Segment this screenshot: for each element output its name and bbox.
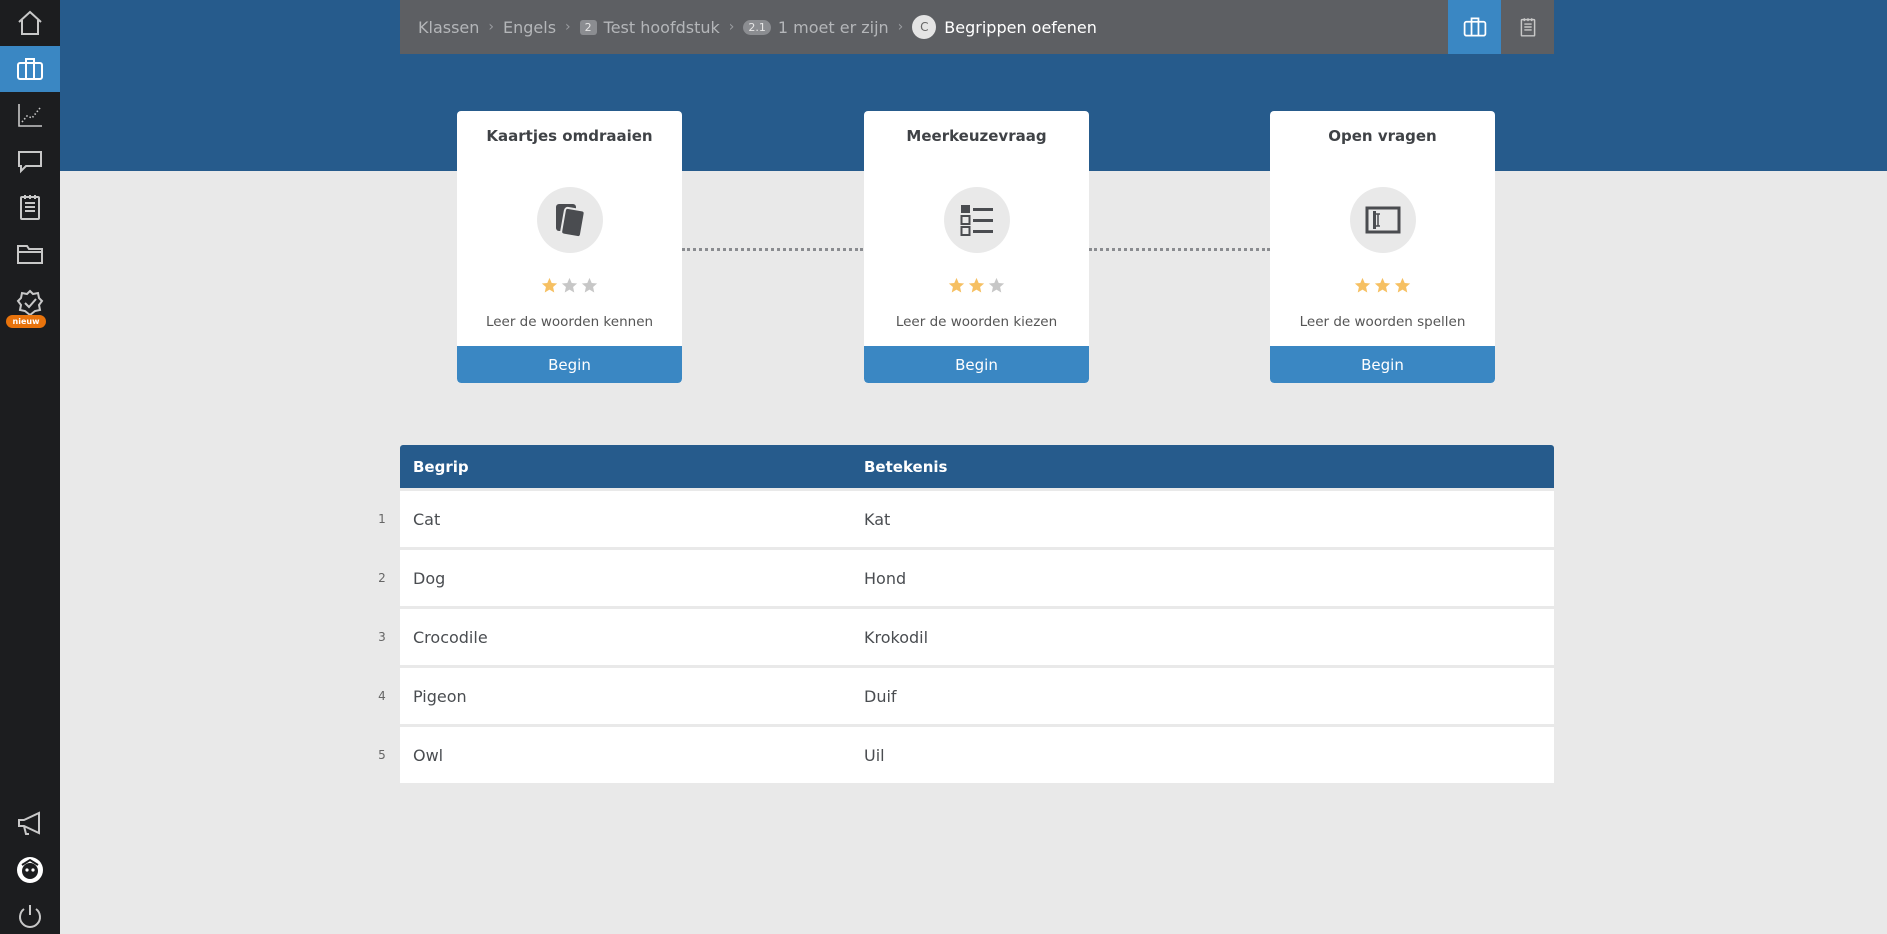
chat-icon <box>18 151 42 174</box>
meaning-cell: Uil <box>864 745 885 765</box>
chevron-right-icon: › <box>565 19 571 35</box>
chevron-right-icon: › <box>728 19 735 35</box>
text-input-icon-wrapper <box>1350 187 1416 253</box>
section-number-pill: 2.1 <box>743 19 771 35</box>
column-header-term: Begrip <box>413 457 469 476</box>
card-description: Leer de woorden kiezen <box>895 314 1058 330</box>
mode-card-flashcards: Kaartjes omdraaien Leer de woorden kenne… <box>457 111 682 383</box>
card-description: Leer de woorden spellen <box>1299 314 1466 330</box>
rating-stars <box>864 277 1089 294</box>
row-number: 3 <box>378 630 386 644</box>
table-row: 1 Cat Kat <box>378 491 1554 547</box>
row-number: 1 <box>378 512 386 526</box>
list-icon <box>960 205 993 236</box>
chart-icon <box>18 104 42 127</box>
folder-icon <box>17 245 43 264</box>
notepad-icon <box>20 195 40 220</box>
sidebar-item-files[interactable] <box>0 230 60 276</box>
term-cell: Dog <box>413 568 446 588</box>
megaphone-icon <box>18 811 40 835</box>
rating-stars <box>1270 277 1495 294</box>
star-filled-icon <box>1374 277 1391 293</box>
notepad-icon <box>1520 18 1535 37</box>
begin-button[interactable]: Begin <box>1270 346 1495 383</box>
column-header-meaning: Betekenis <box>864 457 948 476</box>
star-filled-icon <box>948 277 965 293</box>
begin-button[interactable]: Begin <box>457 346 682 383</box>
home-icon <box>18 10 42 35</box>
mode-card-multiple-choice: Meerkeuzevraag Leer de woorden kiezen Be… <box>864 111 1089 383</box>
list-icon-wrapper <box>944 187 1010 253</box>
breadcrumb-chapter[interactable]: 2 Test hoofdstuk <box>579 17 720 37</box>
term-cell: Crocodile <box>413 627 488 647</box>
sidebar-item-courses[interactable] <box>0 46 60 92</box>
notes-button[interactable] <box>1501 0 1554 54</box>
table-row: 5 Owl Uil <box>378 727 1554 783</box>
chapter-number-pill: 2 <box>579 19 597 35</box>
rating-stars <box>457 277 682 294</box>
row-number: 2 <box>378 571 386 585</box>
star-filled-icon <box>541 277 558 293</box>
card-description: Leer de woorden kennen <box>485 314 654 330</box>
avatar-icon <box>17 857 43 883</box>
star-filled-icon <box>968 277 985 293</box>
sidebar-item-notes[interactable] <box>0 184 60 230</box>
sidebar-item-messages[interactable] <box>0 138 60 184</box>
sidebar-item-home[interactable] <box>0 0 60 46</box>
sidebar-item-logout[interactable] <box>0 893 60 934</box>
table-header: Begrip Betekenis <box>400 445 1554 488</box>
begin-button[interactable]: Begin <box>864 346 1089 383</box>
breadcrumb: Klassen › Engels › 2 Test hoofdstuk › 2.… <box>400 0 1554 54</box>
briefcase-icon <box>1463 17 1486 37</box>
sidebar: nieuw <box>0 0 60 934</box>
meaning-cell: Duif <box>864 686 897 706</box>
term-cell: Owl <box>413 745 444 765</box>
breadcrumb-section[interactable]: 2.1 1 moet er zijn <box>743 17 889 37</box>
star-empty-icon <box>581 277 598 293</box>
chevron-right-icon: › <box>488 19 495 35</box>
star-empty-icon <box>988 277 1005 293</box>
breadcrumb-current: C Begrippen oefenen <box>912 15 1097 39</box>
card-title: Meerkeuzevraag <box>906 127 1047 145</box>
briefcase-icon <box>17 58 43 80</box>
term-cell: Cat <box>413 509 441 529</box>
cards-icon-wrapper <box>537 187 603 253</box>
star-filled-icon <box>1394 277 1411 293</box>
breadcrumb-current-label: Begrippen oefenen <box>944 17 1097 37</box>
cards-icon <box>556 204 586 239</box>
star-filled-icon <box>1354 277 1371 293</box>
new-badge: nieuw <box>6 315 46 328</box>
row-number: 5 <box>378 748 386 762</box>
terms-table: Begrip Betekenis 1 Cat Kat 2 Dog Hond 3 … <box>378 445 1554 783</box>
concept-circle: C <box>912 15 937 39</box>
breadcrumb-engels[interactable]: Engels <box>503 18 556 37</box>
breadcrumb-chapter-label: Test hoofdstuk <box>603 17 720 37</box>
star-empty-icon <box>561 277 578 293</box>
card-title: Kaartjes omdraaien <box>486 127 653 145</box>
table-row: 3 Crocodile Krokodil <box>378 609 1554 665</box>
meaning-cell: Hond <box>864 568 907 588</box>
meaning-cell: Krokodil <box>864 627 929 647</box>
meaning-cell: Kat <box>864 509 891 529</box>
mode-card-open-questions: Open vragen Leer de woorden spellen Begi… <box>1270 111 1495 383</box>
chevron-right-icon: › <box>897 19 904 35</box>
card-title: Open vragen <box>1328 127 1437 145</box>
power-icon <box>19 905 41 928</box>
table-row: 4 Pigeon Duif <box>378 668 1554 724</box>
table-row: 2 Dog Hond <box>378 550 1554 606</box>
term-cell: Pigeon <box>413 686 467 706</box>
badge-check-icon <box>16 289 44 317</box>
breadcrumb-klassen[interactable]: Klassen <box>418 18 479 37</box>
sidebar-item-results[interactable] <box>0 92 60 138</box>
sidebar-item-announcements[interactable] <box>0 800 60 846</box>
progress-connector <box>1089 248 1270 251</box>
course-button[interactable] <box>1448 0 1501 54</box>
text-input-icon <box>1365 206 1401 234</box>
row-number: 4 <box>378 689 386 703</box>
progress-connector <box>682 248 863 251</box>
sidebar-item-profile[interactable] <box>0 847 60 893</box>
breadcrumb-section-label: 1 moet er zijn <box>777 17 889 37</box>
